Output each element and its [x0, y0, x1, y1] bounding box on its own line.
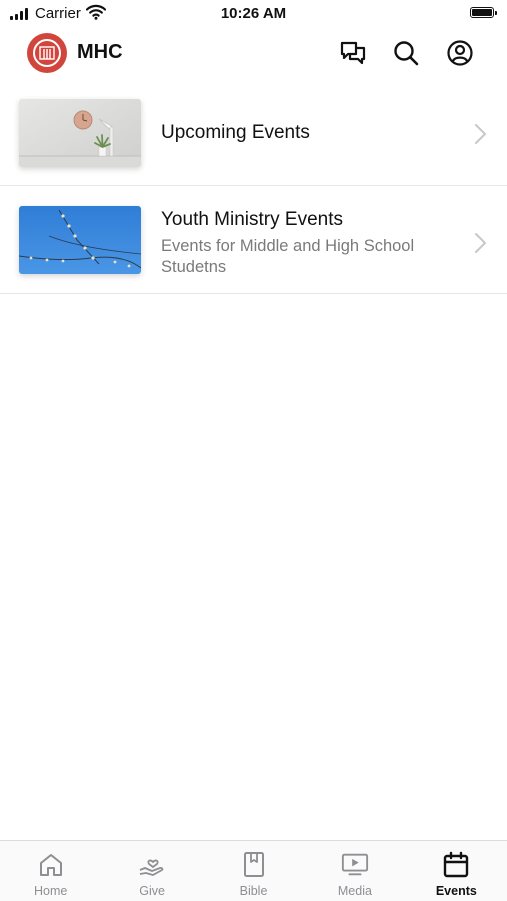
home-icon [39, 854, 62, 876]
media-icon [341, 853, 368, 876]
tab-give[interactable]: Give [101, 841, 202, 901]
tab-media[interactable]: Media [304, 841, 405, 901]
app-header: MHC [0, 28, 507, 82]
item-subtitle: Events for Middle and High School Studet… [161, 237, 415, 276]
calendar-icon [444, 851, 469, 878]
tab-events[interactable]: Events [406, 841, 507, 901]
tab-label: Give [139, 884, 165, 898]
tab-label: Home [34, 884, 68, 898]
item-title: Upcoming Events [161, 122, 310, 143]
tab-bible[interactable]: Bible [203, 841, 304, 901]
bible-icon [243, 852, 264, 877]
church-logo[interactable] [27, 33, 67, 73]
search-button[interactable] [391, 38, 421, 68]
tab-label: Media [337, 884, 372, 898]
tab-label: Events [435, 884, 477, 898]
app-name: MHC [77, 41, 123, 63]
status-time: 10:26 AM [220, 5, 287, 22]
chat-bubbles-icon [340, 41, 366, 65]
chevron-right-icon [475, 124, 486, 144]
profile-button[interactable] [445, 38, 475, 68]
battery-icon [470, 7, 497, 18]
messages-button[interactable] [338, 38, 368, 68]
list-item-upcoming-events[interactable]: Upcoming Events [0, 82, 507, 186]
youth-ministry-thumbnail [19, 206, 141, 274]
search-icon [394, 41, 419, 66]
tab-bar: Home Give Bible Media Events [0, 840, 507, 901]
status-bar: Carrier 10:26 AM [0, 0, 507, 28]
tab-label: Bible [239, 884, 268, 898]
tab-home[interactable]: Home [0, 841, 101, 901]
user-profile-icon [447, 40, 473, 66]
item-title: Youth Ministry Events [161, 209, 343, 230]
events-list: Upcoming Events Youth Ministry Events Ev… [0, 82, 507, 294]
chevron-right-icon [475, 233, 486, 253]
upcoming-events-thumbnail [19, 99, 141, 167]
give-icon [139, 859, 164, 876]
building-icon [39, 46, 55, 60]
list-item-youth-ministry-events[interactable]: Youth Ministry Events Events for Middle … [0, 186, 507, 294]
